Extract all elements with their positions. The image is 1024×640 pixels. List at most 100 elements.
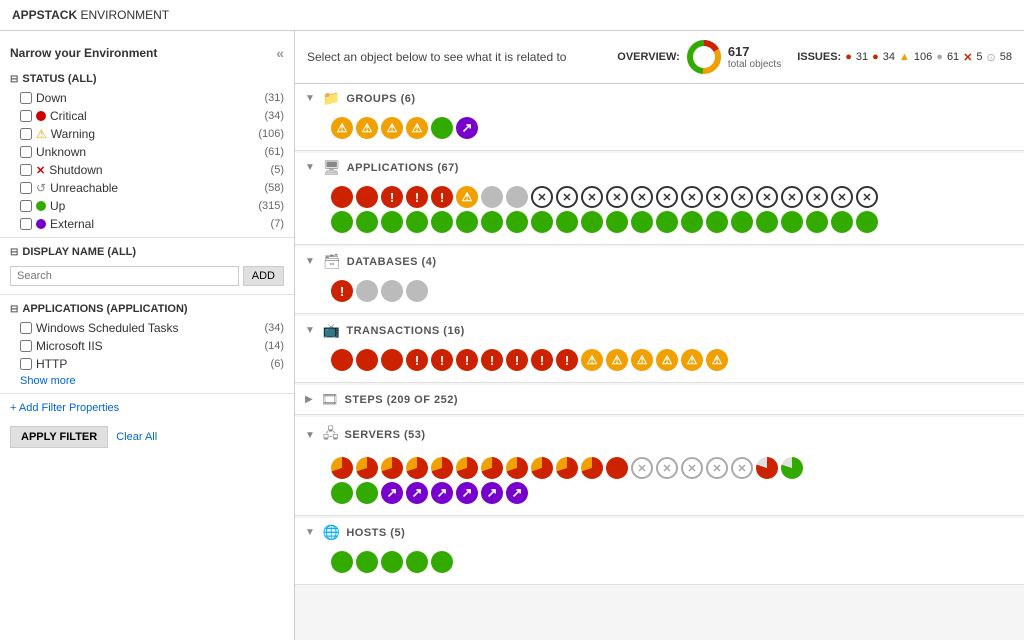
display-name-search-input[interactable] — [10, 266, 239, 286]
app-obj-x3[interactable]: ✕ — [581, 186, 603, 208]
app-obj-r2[interactable] — [356, 186, 378, 208]
status-checkbox-external[interactable] — [20, 218, 32, 230]
tr-obj-w1[interactable]: ⚠ — [581, 349, 603, 371]
group-obj-2[interactable]: ⚠ — [356, 117, 378, 139]
app-obj-x4[interactable]: ✕ — [606, 186, 628, 208]
status-row-up[interactable]: Up (315) — [0, 197, 294, 215]
srv-obj-pie3[interactable] — [381, 457, 403, 479]
srv-obj-pie14[interactable] — [781, 457, 803, 479]
tr-obj-r5[interactable]: ! — [431, 349, 453, 371]
app-obj-x8[interactable]: ✕ — [706, 186, 728, 208]
databases-section-header[interactable]: ▼ 🗃 DATABASES (4) — [295, 247, 1024, 276]
status-row-critical[interactable]: Critical (34) — [0, 107, 294, 125]
tr-obj-w2[interactable]: ⚠ — [606, 349, 628, 371]
host-obj-3[interactable] — [381, 551, 403, 573]
status-row-external[interactable]: External (7) — [0, 215, 294, 233]
srv-obj-pu6[interactable]: ↗ — [506, 482, 528, 504]
tr-obj-r8[interactable]: ! — [506, 349, 528, 371]
status-checkbox-unreachable[interactable] — [20, 182, 32, 194]
srv-obj-grn1[interactable] — [331, 482, 353, 504]
app-obj-grn7[interactable] — [481, 211, 503, 233]
app-obj-grn15[interactable] — [681, 211, 703, 233]
srv-obj-pu3[interactable]: ↗ — [431, 482, 453, 504]
app-obj-x7[interactable]: ✕ — [681, 186, 703, 208]
tr-obj-r2[interactable] — [356, 349, 378, 371]
tr-obj-r9[interactable]: ! — [531, 349, 553, 371]
app-obj-grn9[interactable] — [531, 211, 553, 233]
display-name-section-header[interactable]: ⊟ DISPLAY NAME (ALL) — [0, 242, 294, 262]
status-checkbox-critical[interactable] — [20, 110, 32, 122]
status-checkbox-shutdown[interactable] — [20, 164, 32, 176]
app-obj-grn1[interactable] — [331, 211, 353, 233]
srv-obj-pie13[interactable] — [756, 457, 778, 479]
status-checkbox-warning[interactable] — [20, 128, 32, 140]
tr-obj-r3[interactable] — [381, 349, 403, 371]
app-obj-w1[interactable]: ⚠ — [456, 186, 478, 208]
applications-section-header[interactable]: ⊟ APPLICATIONS (APPLICATION) — [0, 299, 294, 319]
app-obj-grn10[interactable] — [556, 211, 578, 233]
app-obj-r4[interactable]: ! — [406, 186, 428, 208]
status-row-unreachable[interactable]: ↺ Unreachable (58) — [0, 179, 294, 197]
tr-obj-w6[interactable]: ⚠ — [706, 349, 728, 371]
status-row-unknown[interactable]: Unknown (61) — [0, 143, 294, 161]
status-section-header[interactable]: ⊟ STATUS (ALL) — [0, 69, 294, 89]
app-obj-grn4[interactable] — [406, 211, 428, 233]
srv-obj-x2[interactable]: ✕ — [656, 457, 678, 479]
app-obj-r3[interactable]: ! — [381, 186, 403, 208]
app-obj-r1[interactable] — [331, 186, 353, 208]
db-obj-g1[interactable] — [356, 280, 378, 302]
app-obj-grn22[interactable] — [856, 211, 878, 233]
host-obj-5[interactable] — [431, 551, 453, 573]
srv-obj-x3[interactable]: ✕ — [681, 457, 703, 479]
app-obj-grn13[interactable] — [631, 211, 653, 233]
status-row-shutdown[interactable]: ✕ Shutdown (5) — [0, 161, 294, 179]
app-obj-grn5[interactable] — [431, 211, 453, 233]
srv-obj-pu5[interactable]: ↗ — [481, 482, 503, 504]
srv-obj-pie8[interactable] — [506, 457, 528, 479]
app-obj-grn11[interactable] — [581, 211, 603, 233]
srv-obj-pu4[interactable]: ↗ — [456, 482, 478, 504]
app-obj-x1[interactable]: ✕ — [531, 186, 553, 208]
app-obj-grn19[interactable] — [781, 211, 803, 233]
app-obj-grn2[interactable] — [356, 211, 378, 233]
app-obj-x14[interactable]: ✕ — [856, 186, 878, 208]
status-checkbox-up[interactable] — [20, 200, 32, 212]
app-row-wst[interactable]: Windows Scheduled Tasks (34) — [0, 319, 294, 337]
app-obj-x13[interactable]: ✕ — [831, 186, 853, 208]
srv-obj-pie5[interactable] — [431, 457, 453, 479]
group-obj-1[interactable]: ⚠ — [331, 117, 353, 139]
db-obj-g2[interactable] — [381, 280, 403, 302]
srv-obj-pie2[interactable] — [356, 457, 378, 479]
app-obj-x6[interactable]: ✕ — [656, 186, 678, 208]
db-obj-g3[interactable] — [406, 280, 428, 302]
srv-obj-pie4[interactable] — [406, 457, 428, 479]
tr-obj-w3[interactable]: ⚠ — [631, 349, 653, 371]
steps-section-header[interactable]: ▶ 🎞 STEPS (209 OF 252) — [295, 385, 1024, 414]
srv-obj-pie7[interactable] — [481, 457, 503, 479]
srv-obj-pu1[interactable]: ↗ — [381, 482, 403, 504]
hosts-section-header[interactable]: ▼ 🌐 HOSTS (5) — [295, 518, 1024, 547]
host-obj-4[interactable] — [406, 551, 428, 573]
applications-section-header[interactable]: ▼ 🖥 APPLICATIONS (67) — [295, 153, 1024, 182]
srv-obj-pie10[interactable] — [556, 457, 578, 479]
app-obj-x12[interactable]: ✕ — [806, 186, 828, 208]
group-obj-6[interactable]: ↗ — [456, 117, 478, 139]
app-obj-grn20[interactable] — [806, 211, 828, 233]
app-obj-x2[interactable]: ✕ — [556, 186, 578, 208]
srv-obj-pu2[interactable]: ↗ — [406, 482, 428, 504]
srv-obj-x1[interactable]: ✕ — [631, 457, 653, 479]
tr-obj-r1[interactable] — [331, 349, 353, 371]
tr-obj-r10[interactable]: ! — [556, 349, 578, 371]
group-obj-4[interactable]: ⚠ — [406, 117, 428, 139]
clear-all-link[interactable]: Clear All — [116, 431, 157, 443]
srv-obj-x4[interactable]: ✕ — [706, 457, 728, 479]
app-obj-grn21[interactable] — [831, 211, 853, 233]
app-obj-grn3[interactable] — [381, 211, 403, 233]
groups-section-header[interactable]: ▼ 📁 GROUPS (6) — [295, 84, 1024, 113]
app-obj-grn6[interactable] — [456, 211, 478, 233]
app-obj-x5[interactable]: ✕ — [631, 186, 653, 208]
app-checkbox-http[interactable] — [20, 358, 32, 370]
show-more-link[interactable]: Show more — [0, 373, 294, 389]
app-obj-grn16[interactable] — [706, 211, 728, 233]
app-obj-x10[interactable]: ✕ — [756, 186, 778, 208]
